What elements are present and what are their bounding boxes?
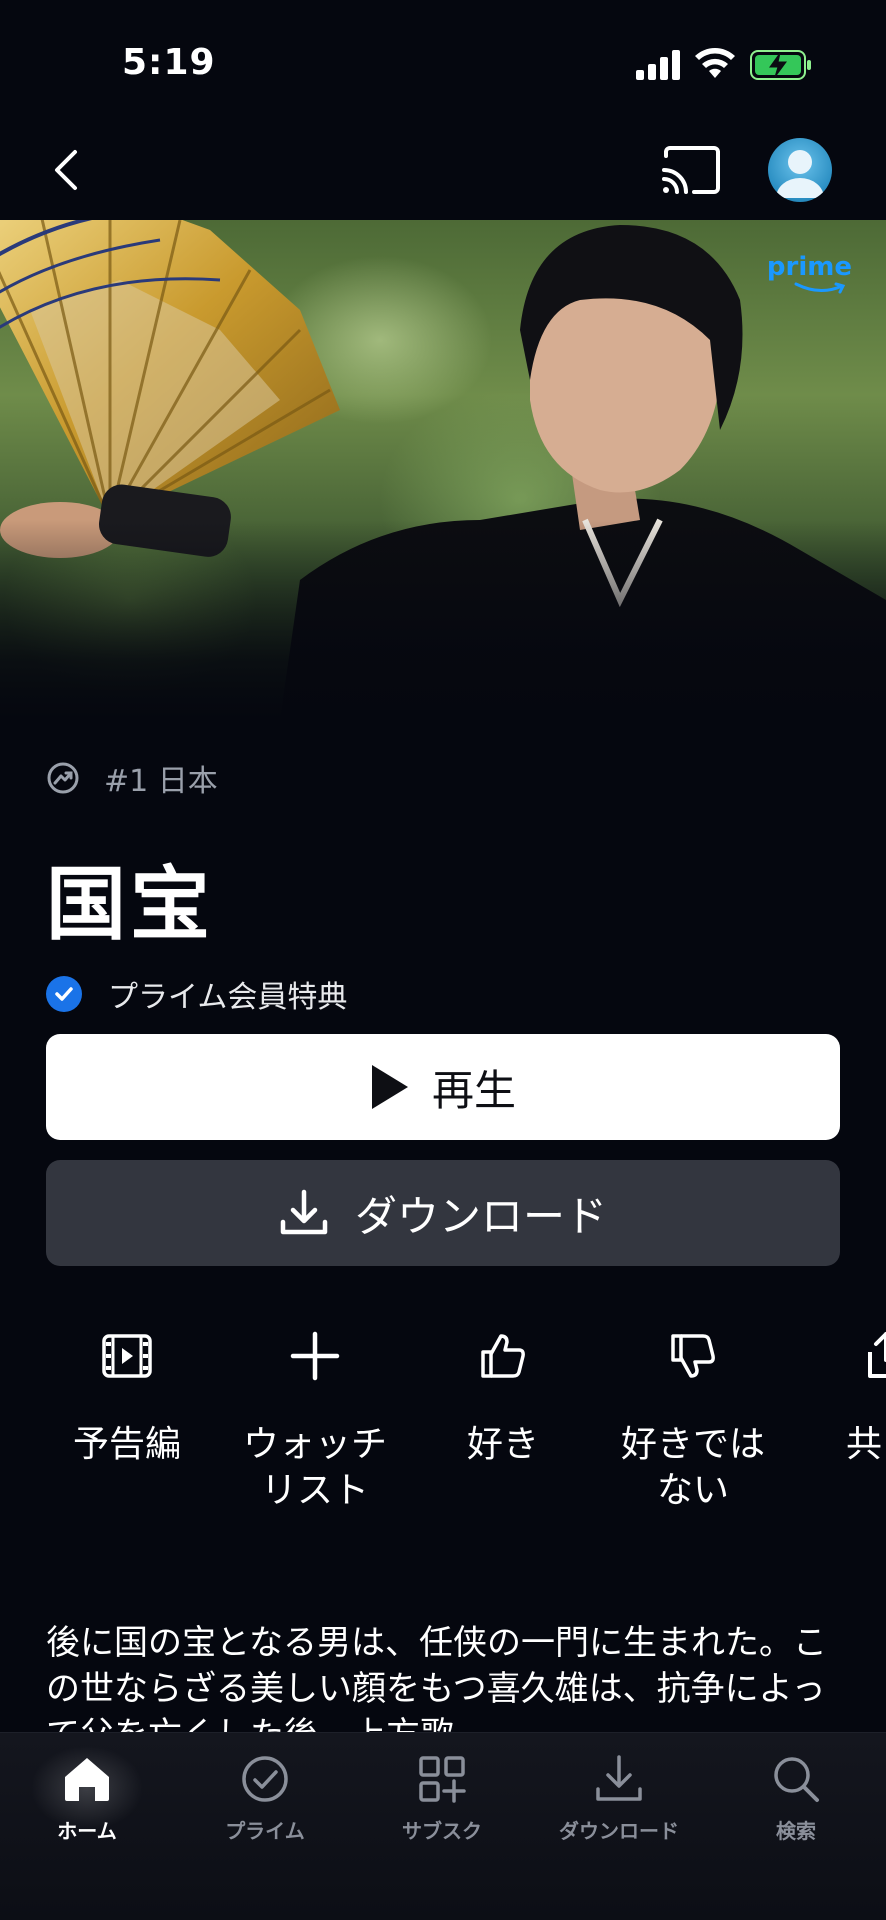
- actions-row: 予告編 ウォッチ リスト 好き 好きでは ない 共: [0, 1330, 886, 1530]
- membership-label: プライム会員特典: [108, 980, 348, 1015]
- cellular-signal-icon: [636, 50, 680, 80]
- nav-label: サブスク: [402, 1819, 482, 1843]
- hero-image: prime: [0, 220, 886, 720]
- rank-label: #1 日本: [104, 764, 218, 799]
- page-title: 国宝: [46, 858, 214, 951]
- download-label: ダウンロード: [354, 1191, 607, 1241]
- share-action[interactable]: 共: [800, 1330, 886, 1468]
- download-button[interactable]: ダウンロード: [46, 1160, 840, 1266]
- plus-icon: [290, 1331, 340, 1381]
- subscriptions-icon: [419, 1756, 466, 1803]
- nav-home[interactable]: ホーム: [2, 1733, 172, 1844]
- action-label: 好きでは ない: [620, 1424, 765, 1511]
- rank-row: #1 日本: [46, 756, 218, 800]
- detail-page: 5:19 prime #1 日本 国宝 プライム会員特典 再生 ダウンロード 予…: [0, 0, 886, 1920]
- play-button[interactable]: 再生: [46, 1034, 840, 1140]
- trailer-icon: [102, 1334, 152, 1378]
- thumbs-down-icon: [671, 1334, 715, 1378]
- description: 後に国の宝となる男は、任侠の一門に生まれた。この世ならざる美しい顔をもつ喜久雄は…: [46, 1623, 827, 1740]
- back-button[interactable]: [40, 140, 92, 200]
- nav-search[interactable]: 検索: [711, 1753, 881, 1844]
- home-icon: [65, 1758, 109, 1801]
- nav-label: ダウンロード: [559, 1819, 679, 1843]
- thumbs-up-icon: [481, 1334, 525, 1378]
- status-bar: 5:19: [0, 0, 886, 120]
- search-icon: [774, 1757, 819, 1802]
- action-label: 好き: [466, 1424, 539, 1465]
- trending-icon: [47, 762, 79, 794]
- cast-icon[interactable]: [660, 144, 722, 196]
- action-label: ウォッチ リスト: [242, 1424, 387, 1511]
- nav-label: ホーム: [57, 1819, 117, 1843]
- status-time: 5:19: [122, 42, 216, 83]
- download-icon: [596, 1755, 642, 1801]
- check-badge-icon: [46, 976, 82, 1012]
- profile-avatar[interactable]: [768, 138, 832, 202]
- download-icon: [280, 1189, 328, 1235]
- play-label: 再生: [431, 1065, 516, 1115]
- prime-membership-row: プライム会員特典: [46, 972, 347, 1016]
- nav-subscriptions[interactable]: サブスク: [357, 1753, 527, 1844]
- action-label: 予告編: [72, 1424, 181, 1465]
- nav-downloads[interactable]: ダウンロード: [534, 1753, 704, 1844]
- nav-label: 検索: [776, 1819, 816, 1843]
- nav-label: プライム: [225, 1819, 305, 1843]
- like-action[interactable]: 好き: [408, 1330, 598, 1468]
- chevron-left-icon: [55, 150, 77, 190]
- action-label: 共: [846, 1424, 883, 1465]
- battery-charging-icon: [750, 50, 811, 80]
- prime-check-icon: [242, 1756, 288, 1802]
- wifi-icon: [695, 48, 735, 78]
- hero-fade: [0, 520, 886, 720]
- bottom-navigation: ホーム プライム サブスク ダウンロード 検索: [0, 1732, 886, 1920]
- play-icon: [371, 1065, 408, 1109]
- dislike-action[interactable]: 好きでは ない: [598, 1330, 788, 1514]
- prime-smile-icon: [794, 282, 846, 294]
- watchlist-action[interactable]: ウォッチ リスト: [220, 1330, 410, 1514]
- share-icon: [868, 1332, 886, 1378]
- prime-badge: prime: [766, 252, 852, 282]
- trailer-action[interactable]: 予告編: [32, 1330, 222, 1468]
- user-icon: [776, 150, 824, 198]
- nav-prime[interactable]: プライム: [180, 1753, 350, 1844]
